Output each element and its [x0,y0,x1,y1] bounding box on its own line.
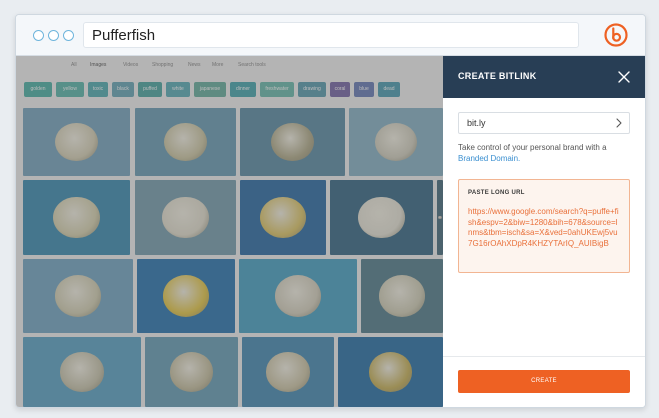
long-url-value[interactable]: https://www.google.com/search?q=puffe+fi… [468,207,620,249]
browser-window: Pufferfish All Images Videos Shopping Ne… [15,14,646,408]
domain-select[interactable]: bit.ly [458,112,630,134]
paste-long-url-label: PASTE LONG URL [468,190,525,196]
create-bitlink-panel: CREATE BITLINK bit.ly Take control of yo… [443,56,645,407]
info-text: Take control of your personal brand with… [458,143,607,152]
branded-domain-link[interactable]: Branded Domain. [458,154,520,163]
panel-header: CREATE BITLINK [443,56,645,98]
browser-titlebar: Pufferfish [16,15,645,56]
address-bar[interactable]: Pufferfish [83,22,579,48]
chevron-right-icon [616,118,622,128]
domain-value: bit.ly [467,118,486,128]
panel-title: CREATE BITLINK [458,71,537,81]
window-dot-icon[interactable] [33,30,44,41]
panel-divider [443,356,645,357]
branded-domain-info: Take control of your personal brand with… [458,142,636,164]
long-url-field[interactable]: PASTE LONG URL https://www.google.com/se… [458,179,630,273]
dim-overlay[interactable] [16,56,443,407]
window-dot-icon[interactable] [48,30,59,41]
window-dot-icon[interactable] [63,30,74,41]
bitly-logo-icon[interactable] [604,23,628,47]
create-button[interactable]: CREATE [458,370,630,393]
close-icon[interactable] [618,71,630,83]
